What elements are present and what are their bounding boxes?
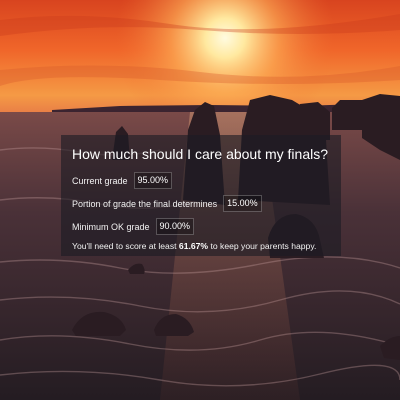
result-suffix: to keep your parents happy. <box>210 241 317 251</box>
minimum-grade-input[interactable]: 90.00% <box>155 218 195 235</box>
result-text: You'll need to score at least 61.67% to … <box>72 241 331 251</box>
calculator-title: How much should I care about my finals? <box>72 146 329 162</box>
final-portion-row: Portion of grade the final determines 15… <box>72 195 331 212</box>
current-grade-input[interactable]: 95.00% <box>133 172 173 189</box>
result-prefix: You'll need to score at least <box>72 241 177 251</box>
app-stage: How much should I care about my finals? … <box>0 0 400 400</box>
current-grade-label: Current grade <box>72 175 128 186</box>
minimum-grade-label: Minimum OK grade <box>72 221 150 232</box>
minimum-grade-row: Minimum OK grade 90.00% <box>72 218 331 235</box>
finals-calculator-panel: How much should I care about my finals? … <box>61 135 341 256</box>
required-score: 61.67% <box>178 241 209 251</box>
final-portion-label: Portion of grade the final determines <box>72 198 218 209</box>
final-portion-input[interactable]: 15.00% <box>223 195 262 212</box>
current-grade-row: Current grade 95.00% <box>72 172 331 189</box>
